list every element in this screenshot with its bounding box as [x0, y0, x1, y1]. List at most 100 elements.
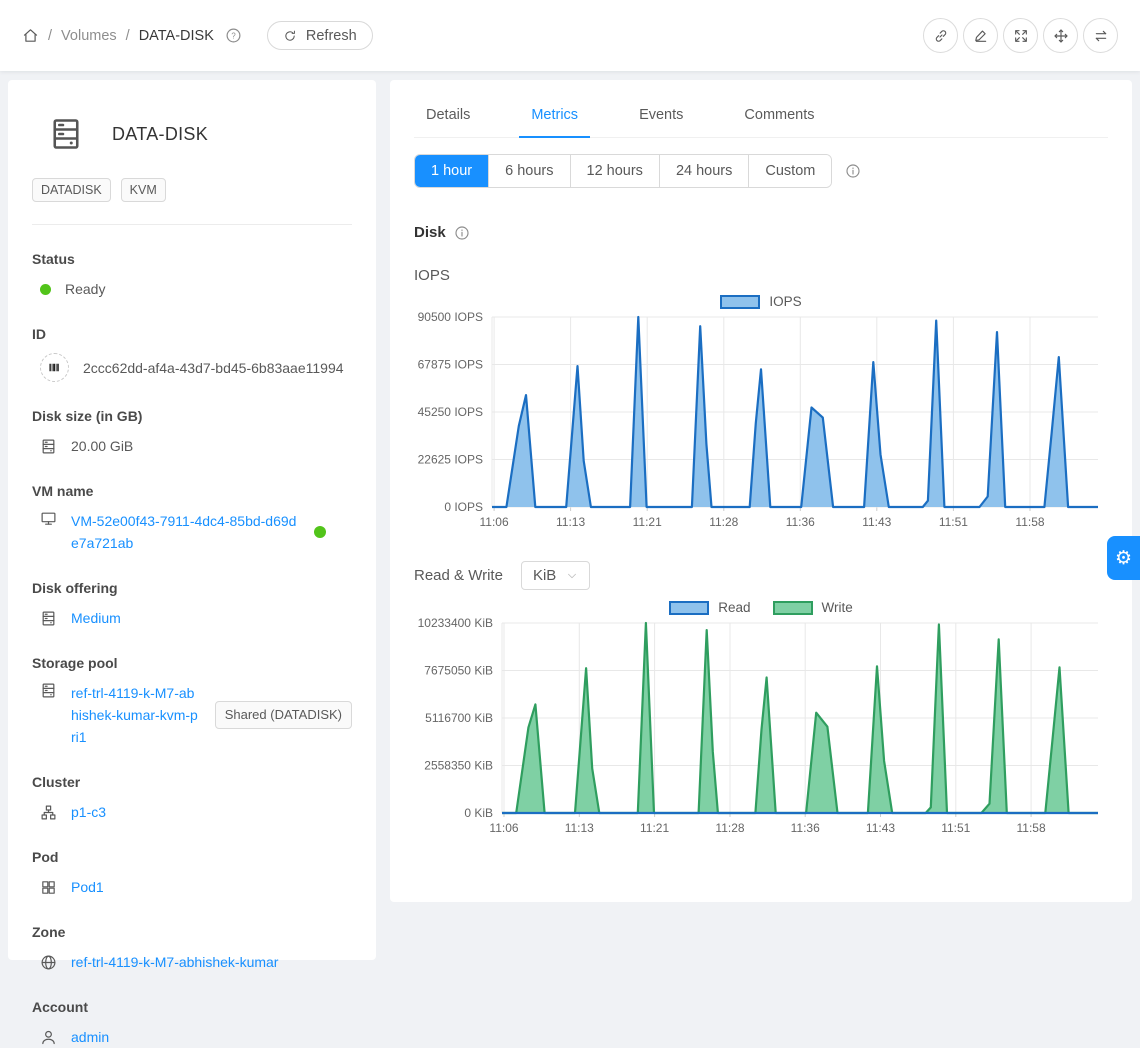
svg-text:11:43: 11:43 — [866, 821, 895, 835]
svg-text:7675050 KiB: 7675050 KiB — [424, 664, 493, 678]
field-cluster: Cluster p1-c3 — [32, 774, 352, 823]
header-actions — [923, 18, 1118, 53]
field-label: Cluster — [32, 774, 352, 790]
readwrite-chart: ReadWrite11:0611:1311:2111:2811:3611:431… — [414, 600, 1108, 845]
unit-select-value: KiB — [533, 567, 556, 584]
legend-label: Write — [822, 600, 853, 615]
user-icon — [40, 1029, 57, 1046]
chevron-down-icon — [566, 570, 578, 582]
field-vm-name: VM name VM-52e00f43-7911-4dc4-85bd-d69de7… — [32, 483, 352, 554]
readwrite-header: Read & Write KiB — [414, 561, 1108, 590]
field-value-row: ref-trl-4119-k-M7-abhishek-kumar — [32, 951, 352, 973]
field-value-row: ref-trl-4119-k-M7-abhishek-kumar-kvm-pri… — [32, 682, 352, 748]
field-value-row: admin — [32, 1026, 352, 1048]
unit-select[interactable]: KiB — [521, 561, 590, 590]
swap-button[interactable] — [1083, 18, 1118, 53]
readwrite-title: Read & Write — [414, 567, 503, 584]
legend-label: IOPS — [769, 294, 801, 309]
tab-comments[interactable]: Comments — [732, 94, 826, 137]
field-label: VM name — [32, 483, 352, 499]
field-id: ID2ccc62dd-af4a-43d7-bd45-6b83aae11994 — [32, 326, 352, 382]
volume-detail-card: Details Metrics Events Comments 1 hour6 hou… — [390, 80, 1132, 902]
edit-button[interactable] — [963, 18, 998, 53]
fullscreen-button[interactable] — [1003, 18, 1038, 53]
svg-text:11:58: 11:58 — [1015, 515, 1044, 529]
field-storage-pool: Storage poolref-trl-4119-k-M7-abhishek-k… — [32, 655, 352, 748]
home-icon[interactable] — [22, 27, 39, 44]
svg-text:11:21: 11:21 — [633, 515, 662, 529]
svg-text:11:43: 11:43 — [862, 515, 891, 529]
settings-fab[interactable]: ⚙ — [1107, 536, 1140, 580]
svg-text:11:28: 11:28 — [715, 821, 744, 835]
vm-running-dot — [314, 526, 326, 538]
svg-text:?: ? — [231, 31, 236, 40]
field-label: Account — [32, 999, 352, 1015]
range-24-hours[interactable]: 24 hours — [659, 155, 748, 187]
divider — [32, 224, 352, 225]
info-icon[interactable] — [454, 225, 470, 241]
volume-info-card: DATA-DISK DATADISKKVM StatusReadyID2ccc6… — [8, 80, 376, 960]
chart-svg: 11:0611:1311:2111:2811:3611:4311:5111:58… — [414, 615, 1108, 845]
field-value-link[interactable]: ref-trl-4119-k-M7-abhishek-kumar — [71, 951, 278, 973]
field-label: Pod — [32, 849, 352, 865]
refresh-label: Refresh — [306, 28, 357, 44]
field-label: Status — [32, 251, 352, 267]
edit-icon — [973, 28, 989, 44]
link-icon — [933, 28, 949, 44]
svg-text:11:13: 11:13 — [565, 821, 594, 835]
svg-text:22625 IOPS: 22625 IOPS — [418, 453, 483, 467]
link-button[interactable] — [923, 18, 958, 53]
breadcrumb-volumes[interactable]: Volumes — [61, 28, 117, 44]
status-dot — [40, 284, 51, 295]
field-value-link[interactable]: admin — [71, 1026, 109, 1048]
gear-icon: ⚙ — [1115, 547, 1132, 569]
svg-text:11:36: 11:36 — [786, 515, 815, 529]
iops-chart: IOPS11:0611:1311:2111:2811:3611:4311:511… — [414, 294, 1108, 539]
svg-text:11:36: 11:36 — [791, 821, 820, 835]
field-value-text: Ready — [65, 278, 105, 300]
svg-text:45250 IOPS: 45250 IOPS — [418, 405, 483, 419]
legend-label: Read — [718, 600, 750, 615]
move-button[interactable] — [1043, 18, 1078, 53]
tab-events[interactable]: Events — [627, 94, 695, 137]
range-12-hours[interactable]: 12 hours — [570, 155, 659, 187]
svg-text:0 IOPS: 0 IOPS — [444, 500, 483, 514]
range-custom[interactable]: Custom — [748, 155, 831, 187]
refresh-button[interactable]: Refresh — [267, 21, 373, 50]
svg-text:11:13: 11:13 — [556, 515, 585, 529]
field-disk-size-in-gb-: Disk size (in GB) 20.00 GiB — [32, 408, 352, 457]
field-value-link[interactable]: Medium — [71, 607, 121, 629]
field-value-text: 20.00 GiB — [71, 435, 133, 457]
iops-chart-title: IOPS — [414, 267, 1108, 284]
field-value-row: 2ccc62dd-af4a-43d7-bd45-6b83aae11994 — [32, 353, 352, 382]
help-icon[interactable]: ? — [225, 27, 242, 44]
legend-swatch — [669, 601, 709, 615]
svg-text:0 KiB: 0 KiB — [464, 806, 493, 820]
legend-item-iops[interactable]: IOPS — [720, 294, 801, 309]
top-header: / Volumes / DATA-DISK ? Refresh — [0, 0, 1140, 71]
chart-legend: IOPS — [414, 294, 1108, 309]
legend-swatch — [773, 601, 813, 615]
range-6-hours[interactable]: 6 hours — [488, 155, 569, 187]
field-status: Status Ready — [32, 251, 352, 300]
field-label: Disk size (in GB) — [32, 408, 352, 424]
svg-text:10233400 KiB: 10233400 KiB — [418, 616, 493, 630]
field-value-link[interactable]: ref-trl-4119-k-M7-abhishek-kumar-kvm-pri… — [71, 682, 199, 748]
field-value-link[interactable]: Pod1 — [71, 876, 104, 898]
tag-row: DATADISKKVM — [32, 178, 352, 202]
fullscreen-icon — [1013, 28, 1029, 44]
range-1-hour[interactable]: 1 hour — [415, 155, 488, 187]
legend-item-write[interactable]: Write — [773, 600, 853, 615]
field-value-link[interactable]: VM-52e00f43-7911-4dc4-85bd-d69de7a721ab — [71, 510, 300, 554]
field-pod: Pod Pod1 — [32, 849, 352, 898]
info-icon[interactable] — [845, 163, 861, 179]
svg-text:11:58: 11:58 — [1017, 821, 1046, 835]
svg-text:11:21: 11:21 — [640, 821, 669, 835]
time-range-row: 1 hour6 hours12 hours24 hoursCustom — [414, 154, 1108, 188]
legend-item-read[interactable]: Read — [669, 600, 750, 615]
disk-section-title: Disk — [414, 224, 446, 241]
field-value-link[interactable]: p1-c3 — [71, 801, 106, 823]
tab-metrics[interactable]: Metrics — [519, 94, 590, 138]
svg-text:2558350 KiB: 2558350 KiB — [424, 759, 493, 773]
tab-details[interactable]: Details — [414, 94, 482, 137]
